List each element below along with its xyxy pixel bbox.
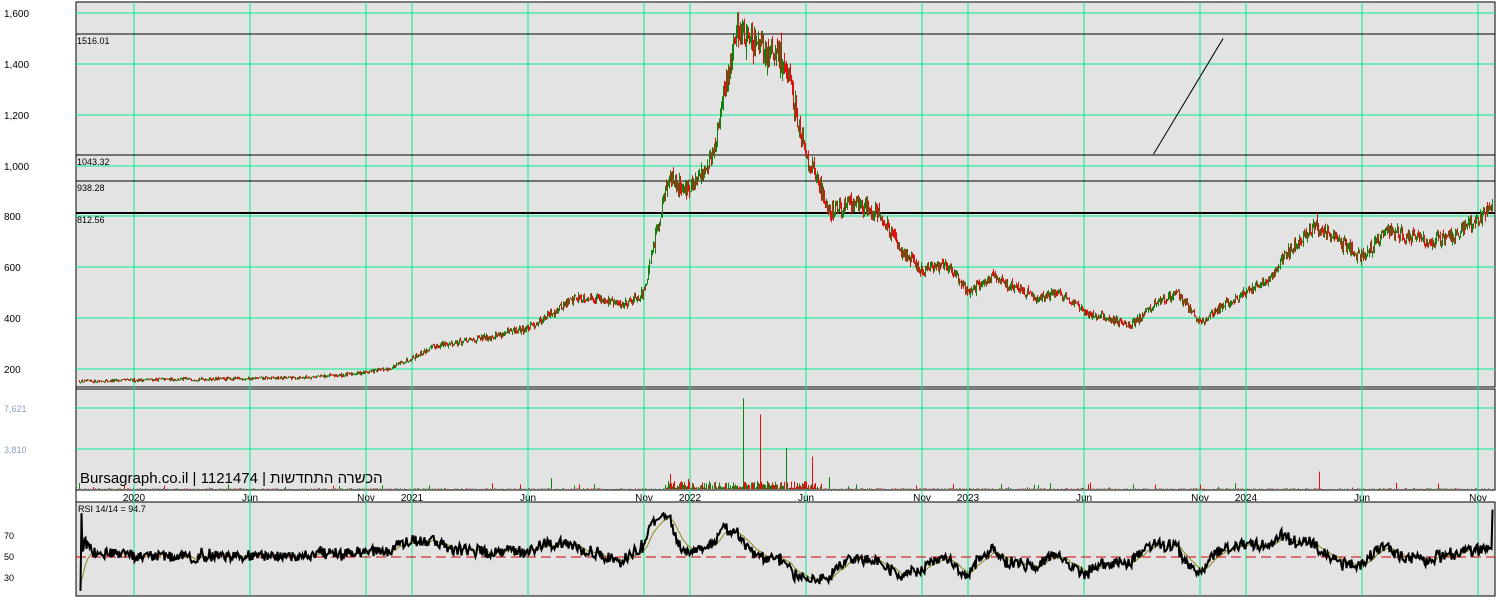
x-tick-label: 2020 bbox=[123, 493, 146, 504]
price-y-tick-label: 1,200 bbox=[4, 111, 29, 122]
volume-y-tick-label: 3,810 bbox=[4, 445, 27, 455]
price-level-label: 812.56 bbox=[77, 215, 105, 225]
chart-panels bbox=[75, 1, 1496, 597]
stock-chart: 1516.01 1043.32 938.28 812.56 2020 Jun Nov 202… bbox=[0, 0, 1496, 598]
price-y-tick-label: 1,000 bbox=[4, 162, 29, 173]
x-tick-label: Nov bbox=[635, 493, 653, 504]
price-level-label: 1516.01 bbox=[77, 36, 110, 46]
x-tick-label: Nov bbox=[1191, 493, 1209, 504]
rsi-panel bbox=[75, 501, 1496, 597]
x-tick-label: Jun bbox=[242, 493, 258, 504]
x-tick-label: 2024 bbox=[1235, 493, 1258, 504]
price-y-tick-label: 1,600 bbox=[4, 9, 29, 20]
x-tick-label: Jun bbox=[798, 493, 814, 504]
price-y-tick-label: 200 bbox=[4, 365, 21, 376]
x-tick-label: Jun bbox=[1076, 493, 1092, 504]
price-y-tick-label: 600 bbox=[4, 263, 21, 274]
chart-canvas: 1516.01 1043.32 938.28 812.56 2020 Jun Nov 202… bbox=[4, 1, 1496, 597]
x-tick-label: Nov bbox=[1469, 493, 1487, 504]
price-panel bbox=[75, 1, 1496, 388]
rsi-y-tick-label: 70 bbox=[4, 531, 14, 541]
chart-watermark: Bursagraph.co.il | 1121474 | הכשרה התחדש… bbox=[80, 470, 383, 487]
x-tick-label: 2022 bbox=[679, 493, 702, 504]
x-tick-label: Nov bbox=[357, 493, 375, 504]
x-tick-label: 2021 bbox=[401, 493, 424, 504]
rsi-indicator-label: RSI 14/14 = 94.7 bbox=[78, 504, 146, 514]
rsi-y-tick-label: 30 bbox=[4, 573, 14, 583]
volume-y-tick-label: 7,621 bbox=[4, 404, 27, 414]
price-y-tick-label: 400 bbox=[4, 314, 21, 325]
rsi-y-tick-label: 50 bbox=[4, 552, 14, 562]
x-tick-label: 2023 bbox=[957, 493, 980, 504]
price-y-tick-label: 1,400 bbox=[4, 60, 29, 71]
price-y-tick-label: 800 bbox=[4, 212, 21, 223]
price-level-label: 1043.32 bbox=[77, 157, 110, 167]
x-tick-label: Jun bbox=[520, 493, 536, 504]
x-tick-label: Nov bbox=[913, 493, 931, 504]
price-level-label: 938.28 bbox=[77, 183, 105, 193]
x-tick-label: Jun bbox=[1354, 493, 1370, 504]
